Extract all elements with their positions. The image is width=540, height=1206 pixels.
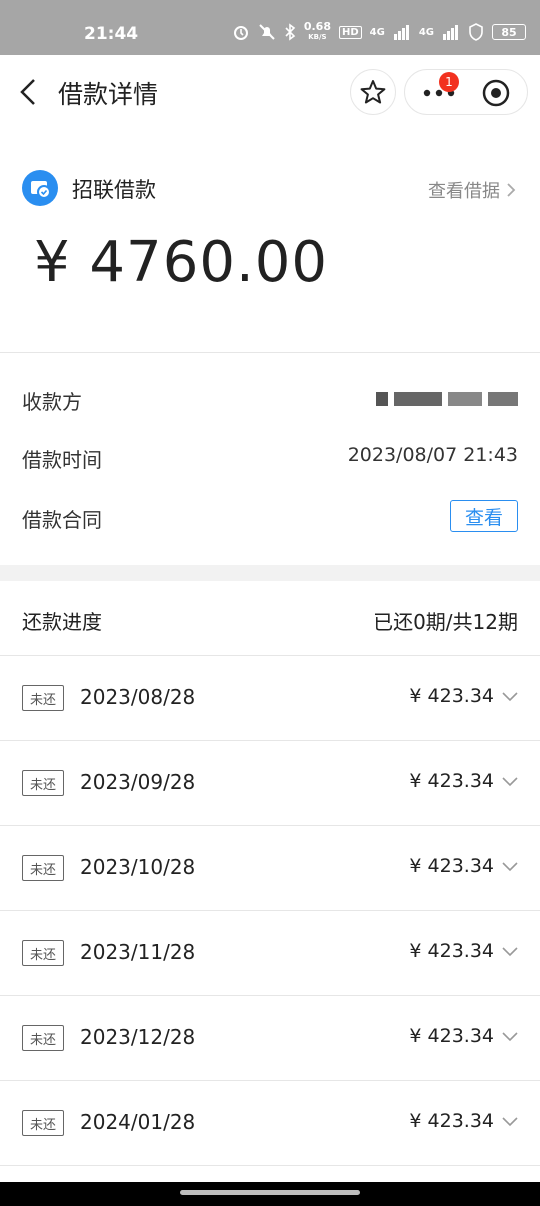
top-navbar: 借款详情 1 <box>0 55 540 130</box>
status-bar: 21:44 0.68 KB/S HD 4G 4G 85 <box>0 0 540 55</box>
installment-date: 2024/01/28 <box>80 1110 196 1134</box>
signal-4g-1: 4G <box>369 26 385 38</box>
chevron-down-icon <box>502 862 518 872</box>
status-badge: 未还 <box>22 940 64 966</box>
signal-bars-2-icon <box>443 25 458 40</box>
installment-row[interactable]: 未还 2024/01/28 ¥ 423.34 <box>0 1081 540 1166</box>
payee-row: 收款方 <box>0 370 540 426</box>
chevron-right-icon <box>507 183 516 197</box>
installment-amount: ¥ 423.34 <box>409 685 494 707</box>
chevron-down-icon <box>502 777 518 787</box>
payee-label: 收款方 <box>22 390 82 414</box>
status-icons: 0.68 KB/S HD 4G 4G 85 <box>232 20 526 42</box>
network-speed: 0.68 KB/S <box>303 20 331 41</box>
status-badge: 未还 <box>22 685 64 711</box>
installment-row[interactable]: 未还 2023/08/28 ¥ 423.34 <box>0 656 540 741</box>
installment-date: 2023/11/28 <box>80 940 196 964</box>
status-badge: 未还 <box>22 1110 64 1136</box>
loan-time-value: 2023/08/07 21:43 <box>347 444 518 466</box>
installment-row[interactable]: 未还 2023/11/28 ¥ 423.34 <box>0 911 540 996</box>
chevron-down-icon <box>502 692 518 702</box>
payee-value-masked <box>376 392 518 406</box>
chevron-down-icon <box>502 1032 518 1042</box>
status-badge: 未还 <box>22 770 64 796</box>
close-miniapp-icon[interactable] <box>481 78 511 108</box>
chevron-down-icon <box>502 947 518 957</box>
view-contract-button[interactable]: 查看 <box>450 500 518 532</box>
chevron-down-icon <box>502 1117 518 1127</box>
installment-date: 2023/10/28 <box>80 855 196 879</box>
installment-row[interactable]: 未还 2023/09/28 ¥ 423.34 <box>0 741 540 826</box>
progress-value: 已还0期/共12期 <box>373 610 518 634</box>
progress-label: 还款进度 <box>22 610 102 634</box>
contract-row: 借款合同 查看 <box>0 492 540 548</box>
contract-label: 借款合同 <box>22 508 102 532</box>
home-indicator[interactable] <box>180 1190 360 1195</box>
back-arrow-icon[interactable] <box>14 77 44 107</box>
security-shield-icon <box>469 23 483 41</box>
status-time: 21:44 <box>84 24 139 44</box>
loan-time-row: 借款时间 2023/08/07 21:43 <box>0 428 540 484</box>
bluetooth-icon <box>285 23 296 41</box>
installment-date: 2023/08/28 <box>80 685 196 709</box>
installment-date: 2023/09/28 <box>80 770 196 794</box>
installment-amount: ¥ 423.34 <box>409 770 494 792</box>
installment-row[interactable]: 未还 2023/12/28 ¥ 423.34 <box>0 996 540 1081</box>
status-badge: 未还 <box>22 855 64 881</box>
view-receipt-link[interactable]: 查看借据 <box>428 177 516 203</box>
installment-list: 未还 2023/08/28 ¥ 423.34 未还 2023/09/28 ¥ 4… <box>0 656 540 1166</box>
installment-row[interactable]: 未还 2023/10/28 ¥ 423.34 <box>0 826 540 911</box>
miniapp-capsule: 1 <box>404 69 528 115</box>
signal-4g-2: 4G <box>418 26 434 38</box>
signal-bars-icon <box>393 25 409 40</box>
installment-amount: ¥ 423.34 <box>409 940 494 962</box>
page-title: 借款详情 <box>58 80 159 109</box>
installment-amount: ¥ 423.34 <box>409 1025 494 1047</box>
installment-amount: ¥ 423.34 <box>409 1110 494 1132</box>
battery-indicator: 85 <box>492 24 526 40</box>
section-gap <box>0 565 540 581</box>
repayment-progress-header: 还款进度 已还0期/共12期 <box>0 582 540 656</box>
notification-badge: 1 <box>439 72 459 92</box>
loan-amount: ¥ 4760.00 <box>34 230 329 295</box>
hd-badge: HD <box>338 25 362 39</box>
mute-icon <box>259 24 275 40</box>
system-nav-bar <box>0 1182 540 1206</box>
star-icon <box>360 80 386 104</box>
loan-product-name: 招联借款 <box>72 178 156 202</box>
loan-logo-icon <box>22 170 58 206</box>
installment-date: 2023/12/28 <box>80 1025 196 1049</box>
loan-time-label: 借款时间 <box>22 448 102 472</box>
status-badge: 未还 <box>22 1025 64 1051</box>
alarm-icon <box>233 26 248 40</box>
divider <box>0 352 540 353</box>
installment-amount: ¥ 423.34 <box>409 855 494 877</box>
favorite-button[interactable] <box>350 69 396 115</box>
